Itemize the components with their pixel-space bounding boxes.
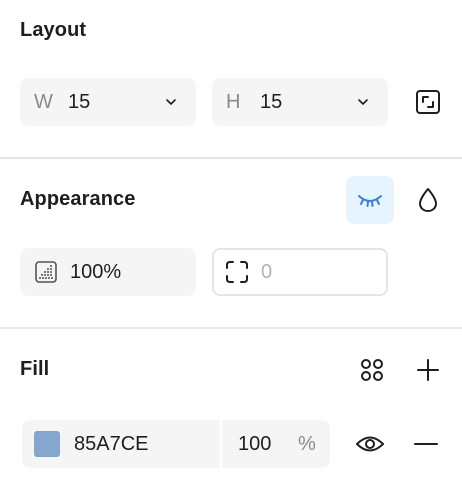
fill-row-separator	[220, 420, 222, 468]
blend-mode-button[interactable]	[404, 176, 452, 224]
layer-opacity-value[interactable]: 100%	[70, 261, 121, 284]
fill-opacity-value[interactable]: 100	[238, 433, 271, 456]
eye-icon	[356, 436, 384, 452]
corner-radius-value[interactable]: 0	[261, 261, 272, 284]
corner-radius-icon	[226, 261, 248, 283]
fill-row[interactable]: 85A7CE 100 %	[22, 420, 330, 468]
drop-icon	[419, 188, 437, 212]
fill-hex-value[interactable]: 85A7CE	[74, 433, 149, 456]
chevron-down-icon[interactable]	[164, 95, 178, 109]
appearance-section-title: Appearance	[20, 188, 136, 210]
minus-icon	[414, 443, 438, 445]
chevron-down-icon[interactable]	[356, 95, 370, 109]
plus-icon	[417, 359, 439, 381]
eye-closed-icon	[358, 195, 382, 207]
layout-section-title: Layout	[20, 19, 87, 41]
resize-to-fit-icon	[416, 90, 440, 114]
section-divider	[0, 157, 462, 159]
layer-opacity-field[interactable]: 100%	[20, 248, 196, 296]
fill-section-title: Fill	[20, 358, 50, 380]
height-field[interactable]: H 15	[212, 78, 388, 126]
fill-color-swatch[interactable]	[34, 431, 60, 457]
opacity-icon	[35, 261, 57, 283]
styles-grid-icon	[361, 359, 383, 381]
width-field[interactable]: W 15	[20, 78, 196, 126]
width-value[interactable]: 15	[68, 91, 90, 114]
width-label: W	[34, 90, 53, 113]
fill-percent-symbol: %	[298, 432, 316, 455]
resize-to-fit-button[interactable]	[404, 78, 452, 126]
add-fill-button[interactable]	[404, 346, 452, 394]
visibility-toggle-button[interactable]	[346, 176, 394, 224]
height-value[interactable]: 15	[260, 91, 282, 114]
height-label: H	[226, 90, 241, 113]
remove-fill-button[interactable]	[402, 420, 450, 468]
section-divider	[0, 327, 462, 329]
fill-visibility-button[interactable]	[346, 420, 394, 468]
corner-radius-field[interactable]: 0	[212, 248, 388, 296]
fill-styles-button[interactable]	[348, 346, 396, 394]
design-panel: Layout W 15 H 15 Appearance 100% 0 Fill …	[0, 0, 462, 484]
